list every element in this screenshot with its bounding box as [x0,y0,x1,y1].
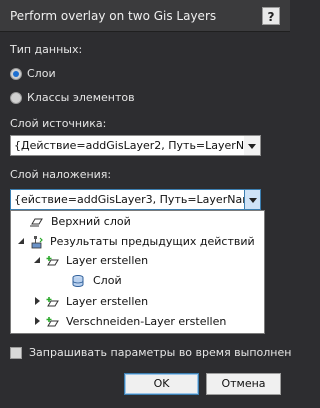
tree-item-layer-db[interactable]: Слой [71,272,251,290]
database-icon [72,275,84,287]
layer-icon [30,218,43,227]
tree-item-top-layer[interactable]: Верхний слой [29,213,259,231]
radio-feature-classes-indicator[interactable] [10,92,22,104]
tree-item-label: Layer erstellen [66,254,149,267]
collapsed-arrow-icon[interactable] [33,317,42,326]
source-layer-combobox[interactable]: {Действие=addGisLayer2, Путь=LayerNam [10,135,261,156]
tree-item-label: Verschneiden-Layer erstellen [66,315,227,328]
radio-feature-classes-label: Классы элементов [27,91,135,104]
tree-item-layer-erstellen-1[interactable]: Layer erstellen [33,252,263,270]
tree-item-label: Верхний слой [51,215,131,228]
expanded-arrow-icon[interactable] [17,237,26,246]
title-bar: Perform overlay on two Gis Layers ? [0,0,290,32]
tree-item-verschneiden-layer[interactable]: Verschneiden-Layer erstellen [33,313,263,331]
create-layer-icon [46,317,59,327]
overlay-layer-label: Слой наложения: [10,168,112,181]
data-type-label: Тип данных: [10,43,83,56]
actions-icon [31,236,43,249]
tree-item-layer-erstellen-2[interactable]: Layer erstellen [33,293,263,311]
ok-button[interactable]: OK [124,373,199,395]
tree-item-previous-results[interactable]: Результаты предыдущих действий [17,233,262,251]
ask-params-label: Запрашивать параметры во время выполнен [29,346,292,359]
tree-item-label: Слой [93,274,122,287]
tree-item-label: Layer erstellen [66,295,149,308]
create-layer-icon [46,297,59,307]
window-title: Perform overlay on two Gis Layers [10,9,217,23]
overlay-layer-combobox[interactable]: {ействие=addGisLayer3, Путь=LayerName} [10,189,261,210]
create-layer-icon [46,256,59,266]
collapsed-arrow-icon[interactable] [33,297,42,306]
expanded-arrow-icon[interactable] [33,256,42,265]
cancel-button[interactable]: Отмена [206,373,281,395]
radio-layers-indicator[interactable] [10,68,22,80]
help-button[interactable]: ? [262,7,280,25]
tree-item-label: Результаты предыдущих действий [50,235,255,248]
overlay-layer-value: {ействие=addGisLayer3, Путь=LayerName} [14,193,261,206]
overlay-layer-dropdown-arrow[interactable] [244,190,260,209]
source-layer-value: {Действие=addGisLayer2, Путь=LayerNam [14,139,261,152]
radio-layers-label: Слои [27,67,56,80]
source-layer-label: Слой источника: [10,117,107,130]
source-layer-dropdown-arrow[interactable] [244,136,260,155]
overlay-layer-dropdown-tree[interactable]: Верхний слой Результаты предыдущих дейст… [10,210,265,334]
ask-params-checkbox[interactable] [10,347,22,359]
